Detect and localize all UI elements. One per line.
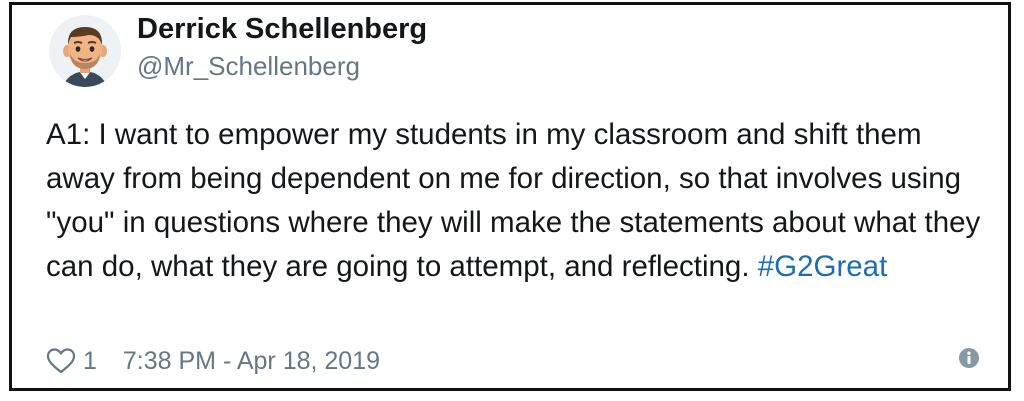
author-name[interactable]: Derrick Schellenberg bbox=[137, 13, 427, 46]
avatar[interactable] bbox=[49, 15, 121, 87]
like-count: 1 bbox=[83, 346, 97, 375]
hashtag-link[interactable]: #G2Great bbox=[758, 250, 888, 283]
author-handle[interactable]: @Mr_Schellenberg bbox=[137, 51, 360, 82]
heart-icon[interactable] bbox=[46, 347, 76, 375]
bitmoji-avatar-icon bbox=[63, 27, 107, 87]
info-icon[interactable] bbox=[958, 347, 980, 369]
tweet-text: A1: I want to empower my students in my … bbox=[46, 113, 996, 289]
tweet-footer: 1 7:38 PM - Apr 18, 2019 bbox=[46, 343, 380, 379]
tweet-card: Derrick Schellenberg @Mr_Schellenberg A1… bbox=[9, 2, 1011, 391]
tweet-timestamp[interactable]: 7:38 PM - Apr 18, 2019 bbox=[123, 347, 380, 376]
